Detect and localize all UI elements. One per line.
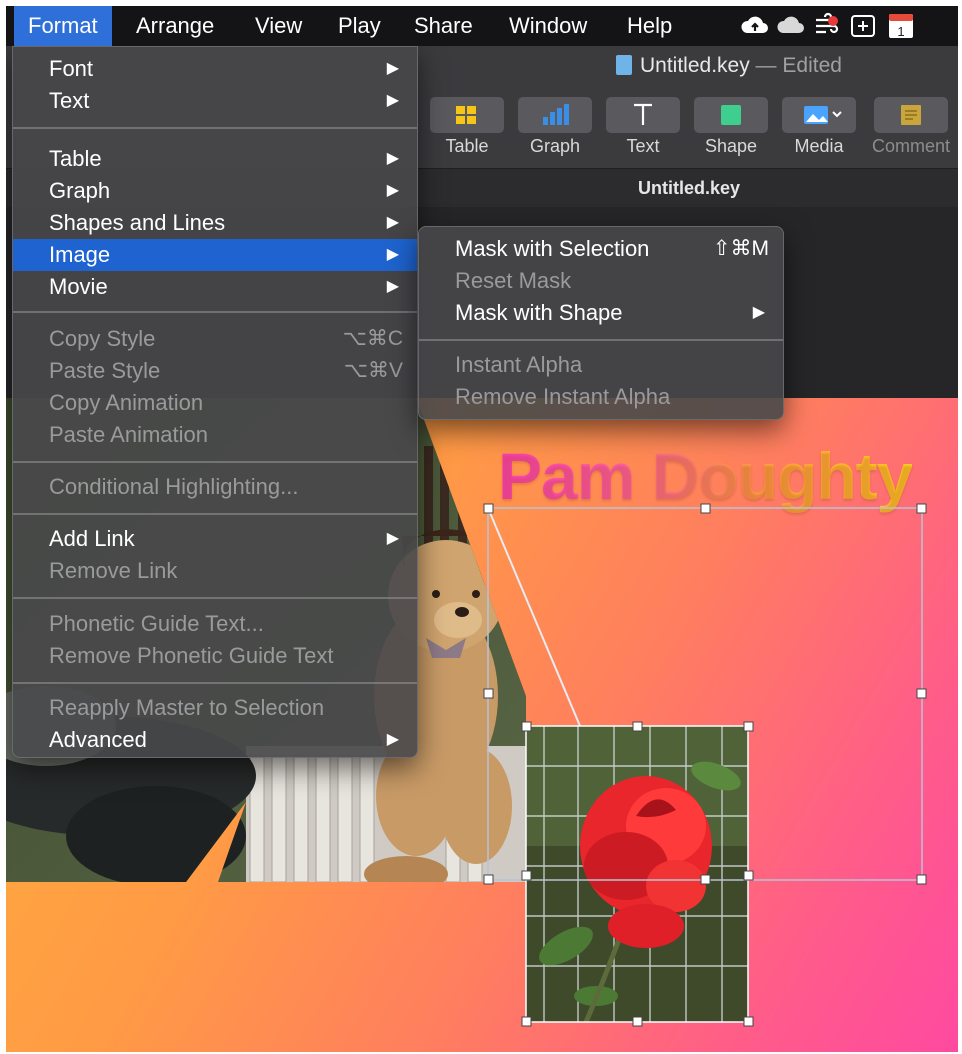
menu-arrange[interactable]: Arrange — [122, 6, 228, 46]
mask-guide-line — [487, 507, 581, 727]
menu-separator — [13, 311, 417, 313]
menu-item-font[interactable]: Font ▶ — [13, 53, 417, 85]
screenshot-icon[interactable] — [848, 11, 878, 41]
menu-item-remove-link[interactable]: Remove Link — [13, 555, 417, 587]
menu-separator — [13, 513, 417, 515]
image-frame — [525, 725, 749, 1023]
menu-separator — [13, 682, 417, 684]
menu-item-graph[interactable]: Graph ▶ — [13, 175, 417, 207]
menu-item-phonetic-guide-text[interactable]: Phonetic Guide Text... — [13, 608, 417, 640]
menu-item-advanced[interactable]: Advanced ▶ — [13, 724, 417, 756]
menu-item-remove-phonetic-guide-text[interactable]: Remove Phonetic Guide Text — [13, 640, 417, 672]
menu-item-instant-alpha[interactable]: Instant Alpha — [419, 349, 783, 381]
menu-window[interactable]: Window — [495, 6, 601, 46]
menu-item-mask-with-shape[interactable]: Mask with Shape ▶ — [419, 297, 783, 329]
menu-help[interactable]: Help — [613, 6, 686, 46]
menu-item-reset-mask[interactable]: Reset Mask — [419, 265, 783, 297]
cloud-icon[interactable] — [776, 11, 806, 41]
menu-item-shapes-and-lines[interactable]: Shapes and Lines ▶ — [13, 207, 417, 239]
calendar-day: 1 — [897, 24, 904, 39]
menu-item-text[interactable]: Text ▶ — [13, 85, 417, 117]
selection-box — [487, 507, 923, 881]
menu-share[interactable]: Share — [400, 6, 487, 46]
menu-item-copy-style[interactable]: Copy Style ⌥⌘C — [13, 323, 417, 355]
menu-format[interactable]: Format — [14, 6, 112, 46]
menu-separator — [13, 127, 417, 129]
menu-item-conditional-highlighting[interactable]: Conditional Highlighting... — [13, 471, 417, 503]
menu-separator — [419, 339, 783, 341]
screen: Format Arrange View Play Share Window He… — [6, 6, 958, 1052]
menu-item-image[interactable]: Image ▶ — [13, 239, 417, 271]
menu-item-mask-with-selection[interactable]: Mask with Selection ⇧⌘M — [419, 233, 783, 265]
menu-item-paste-style[interactable]: Paste Style ⌥⌘V — [13, 355, 417, 387]
menu-play[interactable]: Play — [324, 6, 395, 46]
selection-handles[interactable] — [483, 503, 927, 1027]
image-submenu: Mask with Selection ⇧⌘M Reset Mask Mask w… — [418, 226, 784, 420]
menu-item-copy-animation[interactable]: Copy Animation — [13, 387, 417, 419]
cloud-upload-icon[interactable] — [740, 11, 770, 41]
menu-separator — [13, 461, 417, 463]
wind-notification-icon[interactable] — [812, 11, 842, 41]
menu-view[interactable]: View — [241, 6, 316, 46]
menu-bar: Format Arrange View Play Share Window He… — [6, 6, 958, 46]
format-menu: Font ▶ Text ▶ Table ▶ Graph ▶ Shapes and Lin… — [12, 46, 418, 758]
menu-separator — [13, 597, 417, 599]
menu-item-add-link[interactable]: Add Link ▶ — [13, 523, 417, 555]
menu-item-reapply-master[interactable]: Reapply Master to Selection — [13, 692, 417, 724]
menu-item-remove-instant-alpha[interactable]: Remove Instant Alpha — [419, 381, 783, 413]
menu-item-paste-animation[interactable]: Paste Animation — [13, 419, 417, 451]
menu-item-movie[interactable]: Movie ▶ — [13, 271, 417, 303]
menu-item-table[interactable]: Table ▶ — [13, 143, 417, 175]
calendar-icon[interactable]: 1 — [886, 11, 916, 41]
